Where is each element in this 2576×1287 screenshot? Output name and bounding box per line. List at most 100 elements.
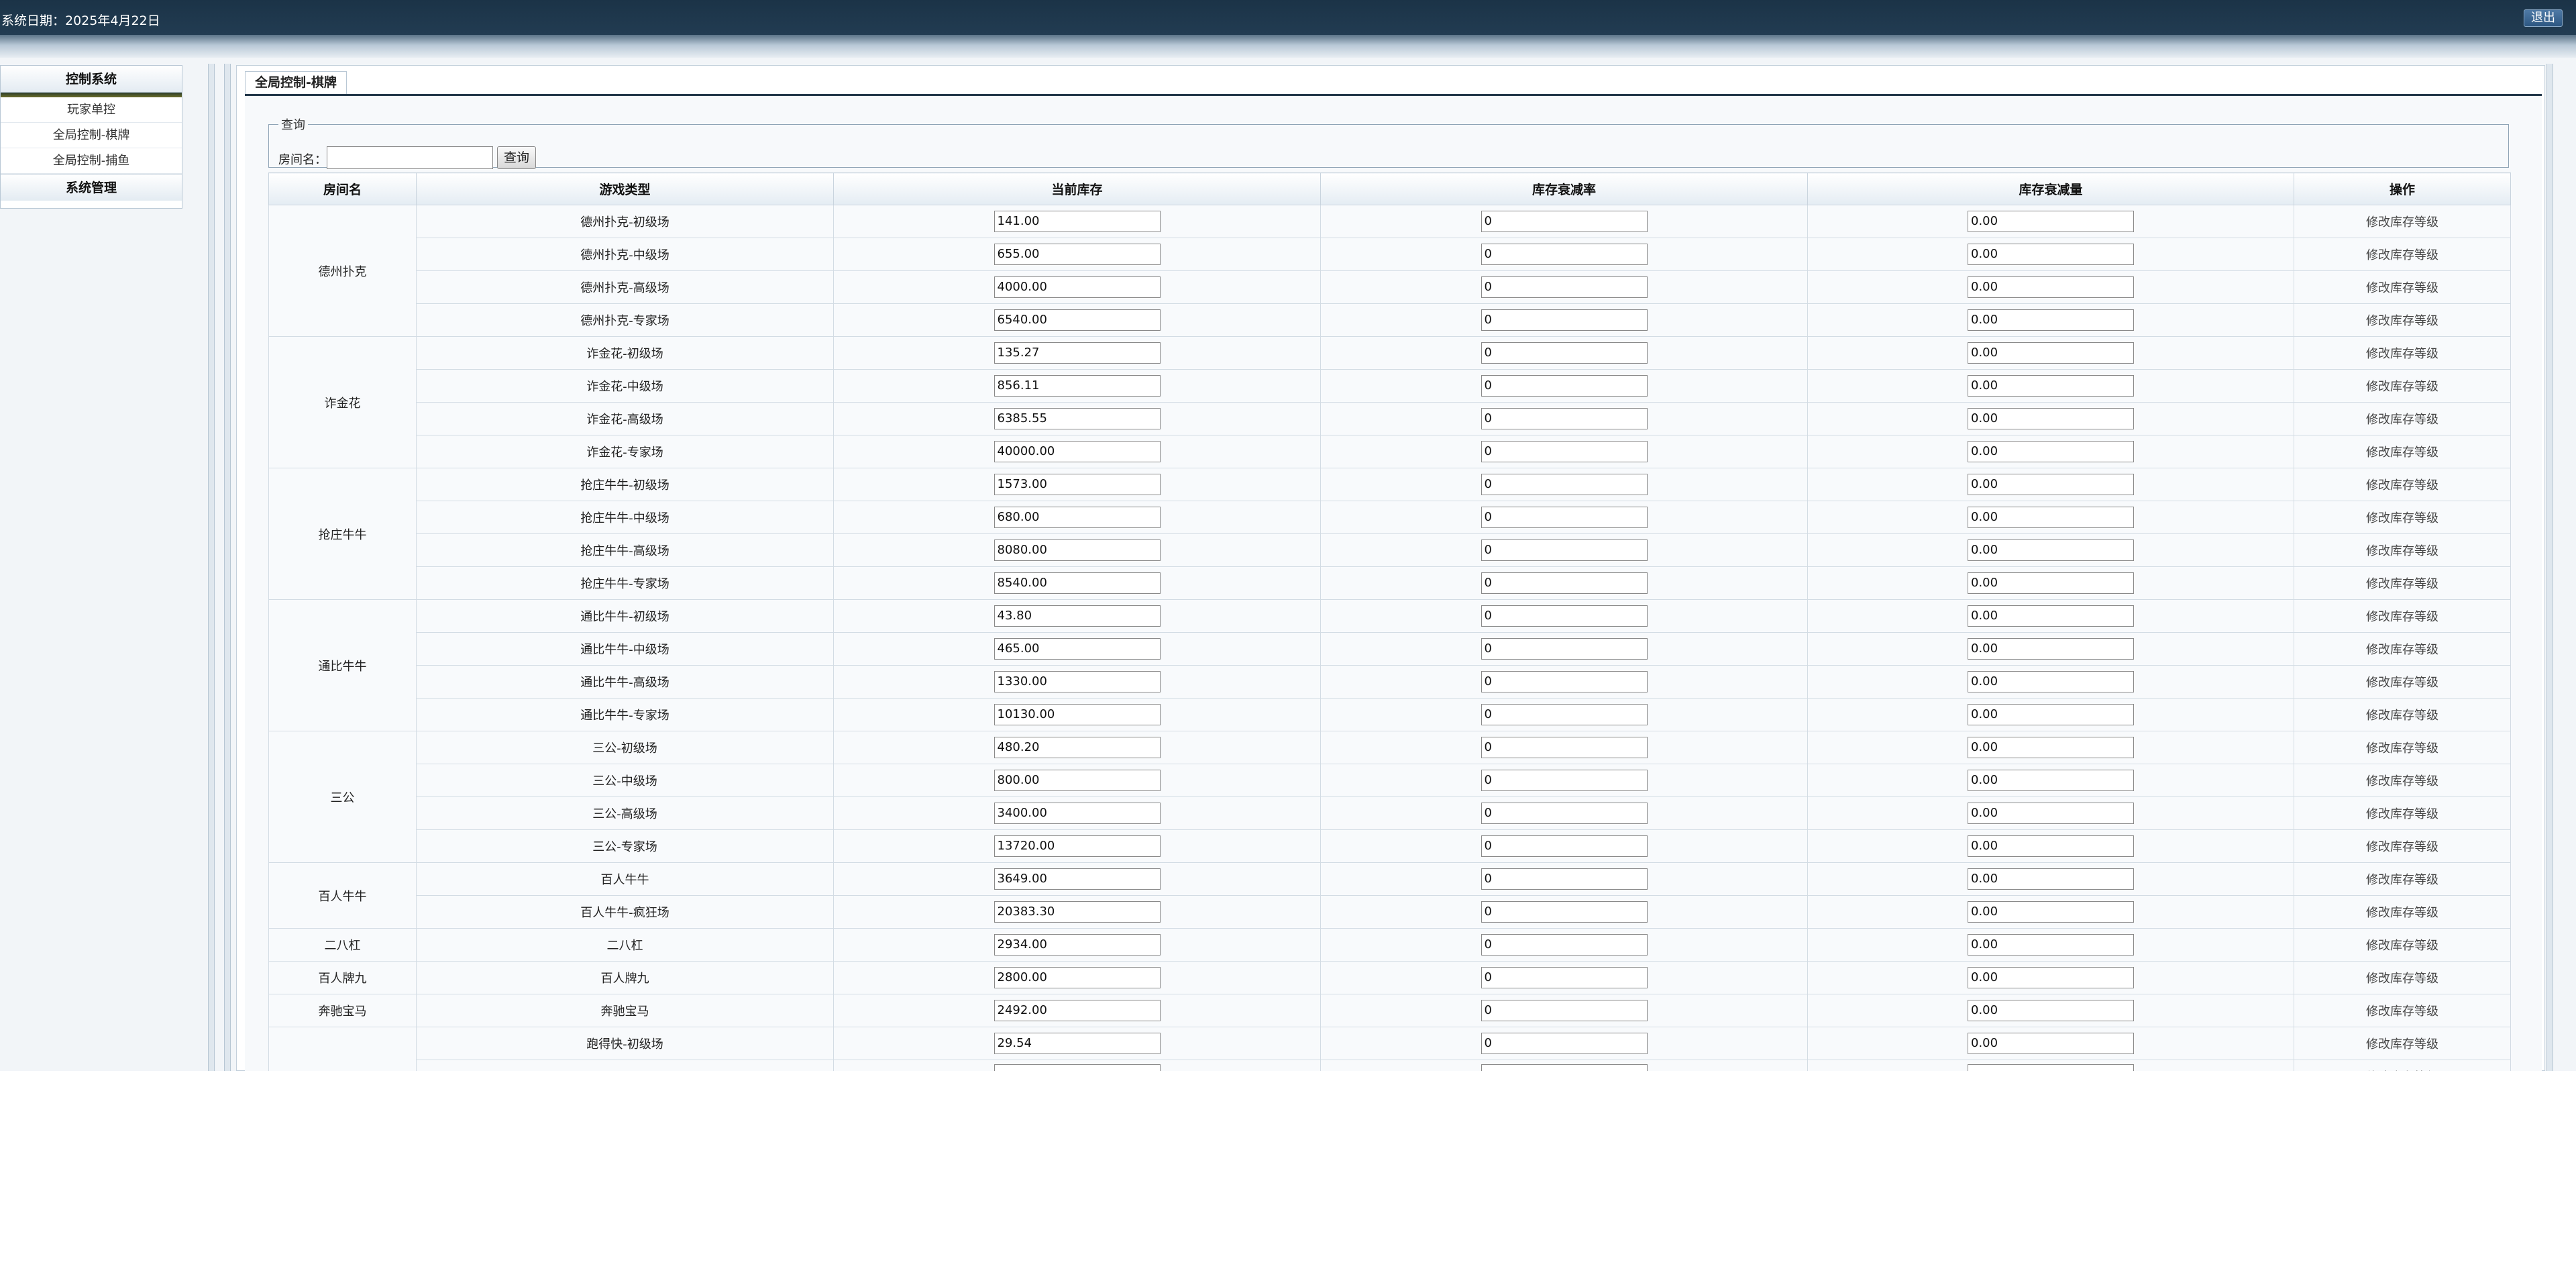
modify-stock-level-link[interactable]: 修改库存等级 — [2366, 1005, 2438, 1019]
decay-amount-input[interactable]: 0.00 — [1968, 605, 2134, 627]
sidebar-section-system[interactable]: 系统管理 — [1, 174, 182, 201]
decay-rate-input[interactable]: 0 — [1481, 572, 1648, 594]
modify-stock-level-link[interactable]: 修改库存等级 — [2366, 314, 2438, 328]
decay-amount-input[interactable]: 0.00 — [1968, 835, 2134, 857]
modify-stock-level-link[interactable]: 修改库存等级 — [2366, 972, 2438, 986]
decay-rate-input[interactable]: 0 — [1481, 868, 1648, 890]
decay-rate-input[interactable]: 0 — [1481, 474, 1648, 495]
decay-rate-input[interactable]: 0 — [1481, 211, 1648, 232]
current-stock-input[interactable]: 40000.00 — [994, 441, 1161, 462]
modify-stock-level-link[interactable]: 修改库存等级 — [2366, 873, 2438, 887]
modify-stock-level-link[interactable]: 修改库存等级 — [2366, 478, 2438, 493]
decay-rate-input[interactable]: 0 — [1481, 704, 1648, 725]
decay-amount-input[interactable] — [1968, 1064, 2134, 1071]
current-stock-input[interactable]: 2800.00 — [994, 967, 1161, 988]
modify-stock-level-link[interactable]: 修改库存等级 — [2366, 774, 2438, 788]
sidebar-item-player-control[interactable]: 玩家单控 — [1, 97, 182, 123]
modify-stock-level-link[interactable]: 修改库存等级 — [2366, 906, 2438, 920]
decay-amount-input[interactable]: 0.00 — [1968, 408, 2134, 429]
current-stock-input[interactable]: 141.00 — [994, 211, 1161, 232]
modify-stock-level-link[interactable]: 修改库存等级 — [2366, 577, 2438, 591]
decay-amount-input[interactable]: 0.00 — [1968, 474, 2134, 495]
decay-rate-input[interactable]: 0 — [1481, 408, 1648, 429]
sidebar-title[interactable]: 控制系统 — [1, 66, 182, 93]
modify-stock-level-link[interactable]: 修改库存等级 — [2366, 248, 2438, 262]
decay-amount-input[interactable]: 0.00 — [1968, 1033, 2134, 1054]
sidebar-item-global-fishing[interactable]: 全局控制-捕鱼 — [1, 148, 182, 174]
current-stock-input[interactable]: 655.00 — [994, 244, 1161, 265]
modify-stock-level-link[interactable]: 修改库存等级 — [2366, 544, 2438, 558]
decay-rate-input[interactable]: 0 — [1481, 441, 1648, 462]
modify-stock-level-link[interactable]: 修改库存等级 — [2366, 643, 2438, 657]
current-stock-input[interactable]: 3400.00 — [994, 803, 1161, 824]
decay-rate-input[interactable]: 0 — [1481, 901, 1648, 923]
decay-amount-input[interactable]: 0.00 — [1968, 737, 2134, 758]
current-stock-input[interactable]: 800.00 — [994, 770, 1161, 791]
decay-rate-input[interactable]: 0 — [1481, 737, 1648, 758]
decay-amount-input[interactable]: 0.00 — [1968, 770, 2134, 791]
current-stock-input[interactable]: 43.80 — [994, 605, 1161, 627]
current-stock-input[interactable]: 6540.00 — [994, 309, 1161, 331]
modify-stock-level-link[interactable]: 修改库存等级 — [2366, 281, 2438, 295]
decay-amount-input[interactable]: 0.00 — [1968, 967, 2134, 988]
decay-rate-input[interactable]: 0 — [1481, 671, 1648, 692]
decay-rate-input[interactable]: 0 — [1481, 967, 1648, 988]
current-stock-input[interactable]: 20383.30 — [994, 901, 1161, 923]
decay-amount-input[interactable]: 0.00 — [1968, 441, 2134, 462]
modify-stock-level-link[interactable]: 修改库存等级 — [2366, 511, 2438, 525]
decay-amount-input[interactable]: 0.00 — [1968, 704, 2134, 725]
modify-stock-level-link[interactable]: 修改库存等级 — [2366, 347, 2438, 361]
current-stock-input[interactable]: 1573.00 — [994, 474, 1161, 495]
current-stock-input[interactable]: 10130.00 — [994, 704, 1161, 725]
decay-rate-input[interactable]: 0 — [1481, 244, 1648, 265]
decay-amount-input[interactable]: 0.00 — [1968, 276, 2134, 298]
decay-rate-input[interactable]: 0 — [1481, 507, 1648, 528]
current-stock-input[interactable]: 135.27 — [994, 342, 1161, 364]
modify-stock-level-link[interactable]: 修改库存等级 — [2366, 741, 2438, 756]
current-stock-input[interactable]: 856.11 — [994, 375, 1161, 397]
current-stock-input[interactable]: 4000.00 — [994, 276, 1161, 298]
room-name-input[interactable] — [327, 146, 493, 169]
modify-stock-level-link[interactable]: 修改库存等级 — [2366, 1037, 2438, 1051]
decay-amount-input[interactable]: 0.00 — [1968, 638, 2134, 660]
decay-amount-input[interactable]: 0.00 — [1968, 539, 2134, 561]
decay-rate-input[interactable]: 0 — [1481, 375, 1648, 397]
decay-amount-input[interactable]: 0.00 — [1968, 211, 2134, 232]
decay-amount-input[interactable]: 0.00 — [1968, 309, 2134, 331]
current-stock-input[interactable]: 6385.55 — [994, 408, 1161, 429]
decay-amount-input[interactable]: 0.00 — [1968, 671, 2134, 692]
decay-rate-input[interactable] — [1481, 1064, 1648, 1071]
decay-rate-input[interactable]: 0 — [1481, 770, 1648, 791]
decay-rate-input[interactable]: 0 — [1481, 309, 1648, 331]
panel-tab-title[interactable]: 全局控制-棋牌 — [245, 71, 347, 94]
modify-stock-level-link[interactable]: 修改库存等级 — [2366, 413, 2438, 427]
decay-amount-input[interactable]: 0.00 — [1968, 375, 2134, 397]
decay-rate-input[interactable]: 0 — [1481, 1033, 1648, 1054]
decay-amount-input[interactable]: 0.00 — [1968, 901, 2134, 923]
decay-amount-input[interactable]: 0.00 — [1968, 868, 2134, 890]
right-scroll-strip[interactable] — [2546, 64, 2553, 1071]
decay-amount-input[interactable]: 0.00 — [1968, 803, 2134, 824]
decay-rate-input[interactable]: 0 — [1481, 276, 1648, 298]
current-stock-input[interactable]: 680.00 — [994, 507, 1161, 528]
current-stock-input[interactable]: 480.20 — [994, 737, 1161, 758]
modify-stock-level-link[interactable]: 修改库存等级 — [2366, 215, 2438, 229]
current-stock-input[interactable]: 8080.00 — [994, 539, 1161, 561]
current-stock-input[interactable]: 8540.00 — [994, 572, 1161, 594]
decay-rate-input[interactable]: 0 — [1481, 342, 1648, 364]
current-stock-input[interactable]: 465.00 — [994, 638, 1161, 660]
decay-amount-input[interactable]: 0.00 — [1968, 244, 2134, 265]
current-stock-input[interactable]: 29.54 — [994, 1033, 1161, 1054]
decay-amount-input[interactable]: 0.00 — [1968, 342, 2134, 364]
frame-divider[interactable] — [208, 64, 215, 1071]
modify-stock-level-link[interactable]: 修改库存等级 — [2366, 840, 2438, 854]
modify-stock-level-link[interactable]: 修改库存等级 — [2366, 446, 2438, 460]
modify-stock-level-link[interactable]: 修改库存等级 — [2366, 939, 2438, 953]
logout-button[interactable]: 退出 — [2524, 9, 2563, 27]
current-stock-input[interactable]: 2492.00 — [994, 1000, 1161, 1021]
current-stock-input[interactable]: 1330.00 — [994, 671, 1161, 692]
sidebar-item-global-cards[interactable]: 全局控制-棋牌 — [1, 123, 182, 148]
modify-stock-level-link[interactable]: 修改库存等级 — [2366, 380, 2438, 394]
current-stock-input[interactable] — [994, 1064, 1161, 1071]
decay-rate-input[interactable]: 0 — [1481, 803, 1648, 824]
